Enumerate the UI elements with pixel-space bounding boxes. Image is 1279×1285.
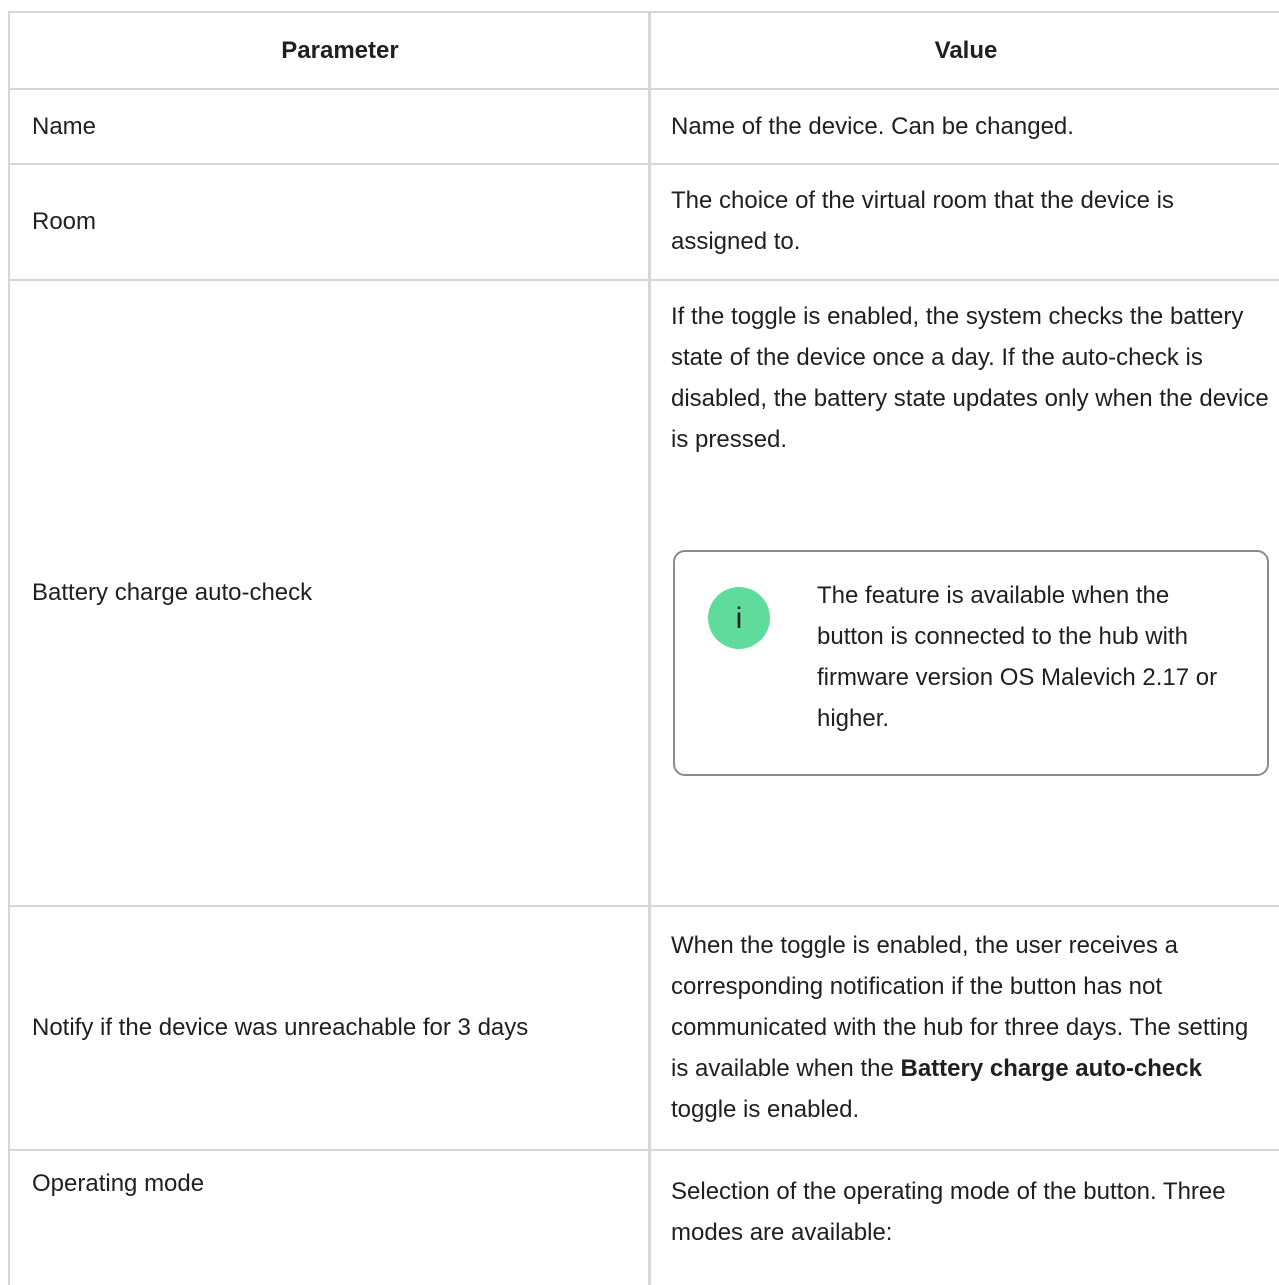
table-row: Battery charge auto-check If the toggle … (10, 281, 1279, 907)
value-text: If the toggle is enabled, the system che… (671, 303, 1269, 453)
table-row: Notify if the device was unreachable for… (10, 907, 1279, 1151)
info-note: i The feature is available when the butt… (673, 550, 1269, 776)
value-text-bold: Battery charge auto-check (900, 1055, 1202, 1082)
value-text-end: toggle is enabled. (671, 1096, 860, 1123)
parameters-table: Parameter Value Name Name of the device.… (8, 11, 1279, 1285)
info-icon: i (708, 587, 770, 649)
parameter-cell: Name (10, 90, 651, 163)
value-cell: When the toggle is enabled, the user rec… (651, 907, 1279, 1149)
parameter-cell: Battery charge auto-check (10, 281, 651, 905)
header-value: Value (934, 37, 998, 64)
table-row: Name Name of the device. Can be changed. (10, 90, 1279, 165)
table-row: Room The choice of the virtual room that… (10, 165, 1279, 281)
value-cell: If the toggle is enabled, the system che… (651, 281, 1279, 905)
value-cell: The choice of the virtual room that the … (671, 187, 1174, 255)
info-note-text: The feature is available when the button… (817, 582, 1218, 732)
header-parameter: Parameter (10, 13, 651, 88)
value-cell: Selection of the operating mode of the b… (671, 1178, 1226, 1246)
table-header-row: Parameter Value (10, 13, 1279, 90)
table-row: Operating mode Selection of the operatin… (10, 1151, 1279, 1285)
value-cell: Name of the device. Can be changed. (671, 113, 1074, 140)
parameter-cell: Notify if the device was unreachable for… (10, 907, 651, 1149)
parameter-cell: Room (10, 165, 651, 279)
parameter-cell: Operating mode (10, 1151, 651, 1285)
